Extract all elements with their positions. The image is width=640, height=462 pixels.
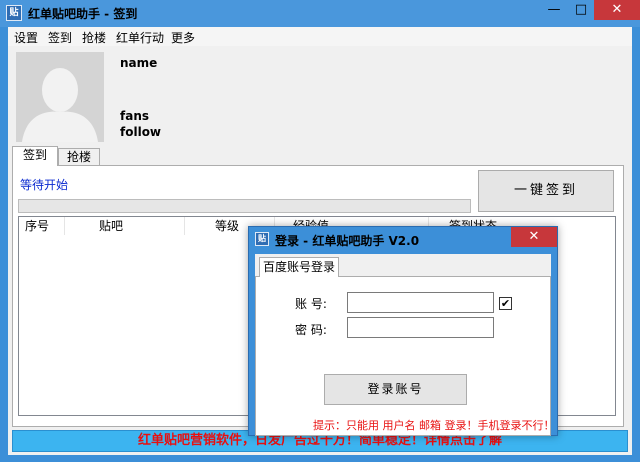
account-input[interactable]: [347, 292, 494, 313]
dialog-app-icon: 贴: [255, 232, 269, 246]
progress-bar: [18, 199, 471, 213]
title-bar: 贴 红单贴吧助手 - 签到 — □ ✕: [0, 0, 640, 27]
dialog-close-icon[interactable]: ✕: [511, 227, 557, 247]
profile-follow: follow: [120, 125, 162, 139]
dialog-title: 登录 - 红单贴吧助手 V2.0: [275, 234, 420, 248]
avatar: [16, 52, 104, 142]
menu-bar: 设置 签到 抢楼 红单行动 更多: [8, 27, 632, 46]
menu-sign[interactable]: 签到: [48, 29, 72, 46]
default-avatar-icon: [16, 52, 104, 142]
status-text: 等待开始: [20, 178, 69, 192]
login-dialog: 贴 登录 - 红单贴吧助手 V2.0 ✕ 百度账号登录 账 号: ✔ 密 码: …: [248, 226, 558, 436]
maximize-icon[interactable]: □: [568, 0, 594, 20]
menu-grab-floor[interactable]: 抢楼: [82, 29, 106, 46]
profile-fans: fans: [120, 109, 150, 123]
tab-baidu-login[interactable]: 百度账号登录: [259, 257, 339, 277]
password-input[interactable]: [347, 317, 494, 338]
password-label: 密 码:: [295, 323, 327, 337]
account-label: 账 号:: [295, 297, 327, 311]
profile-name: name: [120, 56, 158, 70]
close-icon[interactable]: ✕: [594, 0, 640, 20]
tab-sign[interactable]: 签到: [12, 146, 58, 166]
column-header-forum[interactable]: 贴吧: [65, 217, 185, 235]
column-header-index[interactable]: 序号: [19, 217, 65, 235]
window-title: 红单贴吧助手 - 签到: [28, 7, 138, 21]
one-click-sign-button[interactable]: 一键签到: [478, 170, 614, 212]
minimize-icon[interactable]: —: [540, 0, 568, 20]
login-button[interactable]: 登录账号: [324, 374, 467, 405]
app-icon: 贴: [6, 5, 22, 21]
menu-more[interactable]: 更多: [171, 29, 195, 46]
tab-grab-floor[interactable]: 抢楼: [58, 148, 100, 166]
remember-checkbox[interactable]: ✔: [499, 297, 512, 310]
menu-red-action[interactable]: 红单行动: [116, 29, 164, 46]
menu-settings[interactable]: 设置: [14, 29, 38, 46]
login-hint: 提示：只能用 用户名 邮箱 登录！手机登录不行！: [313, 419, 555, 432]
